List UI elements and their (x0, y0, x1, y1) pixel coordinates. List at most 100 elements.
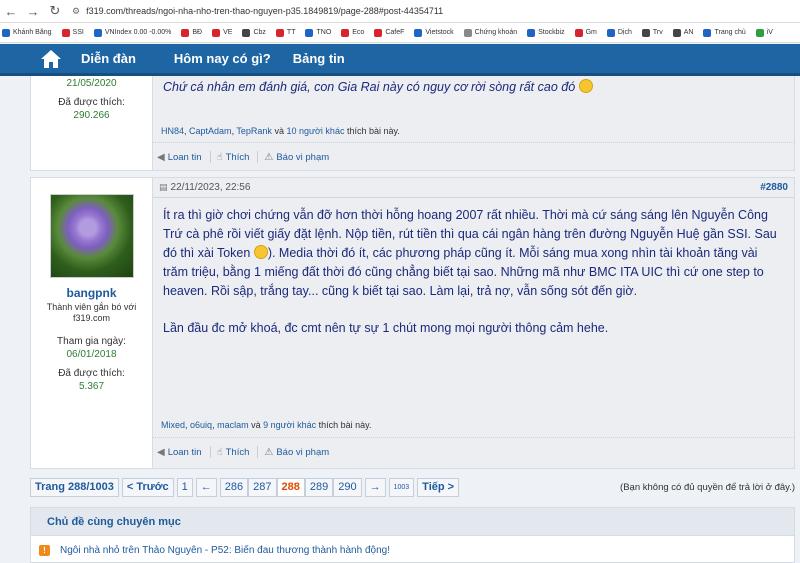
related-thread-link[interactable]: Ngôi nhà nhỏ trên Thảo Nguyên - P52: Biế… (60, 545, 390, 556)
bookmark-item[interactable]: iV (755, 28, 773, 37)
forward-icon[interactable]: → (22, 0, 44, 22)
likers-and: và (274, 126, 284, 136)
bookmark-label: BĐ (192, 29, 203, 36)
bookmark-item[interactable]: TNO (305, 28, 331, 37)
bookmark-item[interactable]: Gm (574, 28, 597, 37)
home-icon (41, 49, 61, 68)
thread-content: 21/05/2020 Đã được thích: 290.266 Chứ cá… (30, 76, 795, 469)
bookmark-label: SSI (72, 29, 84, 36)
bookmark-favicon-icon (275, 28, 284, 37)
report-button[interactable]: ⚠ Báo vi phạm (264, 447, 329, 458)
like-button[interactable]: ☝ Thích (217, 152, 250, 163)
post-message-previous: Chứ cá nhân em đánh giá, con Gia Rai này… (153, 76, 794, 170)
likers-suffix: thích bài này. (346, 126, 400, 136)
bookmark-item[interactable]: VNIndex 0.00 -0.00% (93, 28, 171, 37)
page-link-290[interactable]: 290 (333, 477, 362, 497)
bookmark-item[interactable]: Eco (341, 28, 364, 37)
likes-value: 290.266 (73, 110, 110, 121)
share-label: Loan tin (167, 446, 202, 458)
report-button[interactable]: ⚠ Báo vi phạm (264, 152, 329, 163)
like-label: Thích (225, 151, 250, 163)
bookmarks-bar: Khánh Băng SSI VNIndex 0.00 -0.00% BĐ VE Cbz T… (0, 23, 800, 43)
bookmark-item[interactable]: TT (275, 28, 296, 37)
bookmark-item[interactable]: Vietstock (414, 28, 454, 37)
page-link-287[interactable]: 287 (248, 477, 277, 497)
back-icon[interactable]: ← (0, 0, 22, 22)
share-button[interactable]: ◀ Loan tin (157, 447, 202, 458)
prev-page-button[interactable]: < Trước (121, 477, 174, 497)
bookmark-label: TT (286, 29, 296, 36)
bookmark-label: Cbz (253, 29, 266, 36)
page-link-289[interactable]: 289 (304, 477, 334, 497)
bookmark-favicon-icon (181, 28, 190, 37)
bookmark-item[interactable]: BĐ (181, 28, 203, 37)
next-page-button[interactable]: Tiếp > (417, 477, 460, 497)
likes-label: Đã được thích: (58, 97, 125, 108)
post-actions: ◀ Loan tin ☝ Thích ⚠ Báo vi phạm (153, 142, 794, 171)
likers-others-link[interactable]: 10 người khác (286, 126, 344, 136)
like-button[interactable]: ☝ Thích (217, 447, 250, 458)
post-text: Chứ cá nhân em đánh giá, con Gia Rai này… (163, 80, 576, 94)
report-label: Báo vi phạm (276, 151, 330, 163)
bookmark-label: Vietstock (425, 29, 454, 36)
last-page-link[interactable]: 1003 (388, 477, 415, 497)
bookmark-item[interactable]: Dịch (606, 28, 632, 37)
home-button[interactable] (33, 44, 69, 74)
likes-value: 5.367 (78, 381, 105, 392)
bookmark-label: AN (683, 29, 694, 36)
bookmark-favicon-icon (672, 28, 681, 37)
related-thread-item[interactable]: ! Ngôi nhà nhỏ trên Thảo Nguyên - P52: B… (31, 536, 794, 563)
likers-suffix: thích bài này. (318, 420, 372, 430)
bookmark-item[interactable]: SSI (61, 28, 84, 37)
reload-icon[interactable]: ↻ (44, 0, 66, 22)
url-field[interactable]: ⚙ f319.com/threads/ngoi-nha-nho-tren-tha… (72, 2, 443, 20)
join-label: Tham gia ngày: (57, 336, 126, 347)
page-forward-arrow[interactable]: → (364, 477, 386, 497)
share-button[interactable]: ◀ Loan tin (157, 152, 202, 163)
liker-link[interactable]: HN84 (161, 126, 184, 136)
site-info-icon[interactable]: ⚙ (72, 6, 80, 17)
username-link[interactable]: bangpnk (31, 286, 152, 300)
liker-link[interactable]: CaptAdam (189, 126, 232, 136)
bookmark-item[interactable]: Khánh Băng (2, 28, 52, 37)
likers-others-link[interactable]: 9 người khác (263, 420, 316, 430)
post-actions: ◀ Loan tin ☝ Thích ⚠ Báo vi phạm (153, 437, 794, 466)
page-back-arrow[interactable]: ← (195, 477, 217, 497)
post-number-link[interactable]: #2880 (760, 182, 788, 193)
bookmark-item[interactable]: Chứng khoán (463, 28, 517, 37)
bookmark-label: Stockbiz (538, 29, 565, 36)
bookmark-item[interactable]: Cbz (242, 28, 266, 37)
post-paragraph: Lần đầu đc mở khoá, đc cmt nên tự sự 1 c… (163, 321, 609, 335)
join-date: 21/05/2020 (66, 78, 117, 89)
megaphone-icon: ◀ (157, 151, 165, 163)
page-info: Trang 288/1003 (30, 477, 119, 497)
url-text: f319.com/threads/ngoi-nha-nho-tren-thao-… (86, 6, 444, 16)
bookmark-item[interactable]: AN (672, 28, 694, 37)
nav-feed[interactable]: Bảng tin (293, 51, 345, 66)
bookmark-label: Trang chủ (714, 29, 746, 36)
post-previous: 21/05/2020 Đã được thích: 290.266 Chứ cá… (30, 76, 795, 171)
first-page-link[interactable]: 1 (176, 477, 193, 497)
bookmark-item[interactable]: Trv (641, 28, 663, 37)
liker-link[interactable]: Mixed (161, 420, 185, 430)
bookmark-item[interactable]: Stockbiz (527, 28, 565, 37)
megaphone-icon: ◀ (157, 446, 165, 458)
page-link-286[interactable]: 286 (219, 477, 249, 497)
avatar[interactable] (49, 194, 134, 278)
bookmark-item[interactable]: Trang chủ (703, 28, 746, 37)
user-info: bangpnk Thành viên gắn bó với f319.com T… (31, 178, 153, 468)
liker-link[interactable]: o6uiq (190, 420, 212, 430)
bookmark-favicon-icon (61, 28, 70, 37)
liker-link[interactable]: maclam (217, 420, 249, 430)
nav-whats-new[interactable]: Hôm nay có gì? (174, 51, 271, 66)
post-message: ▤ 22/11/2023, 22:56 #2880 Ít ra thì giờ … (153, 178, 794, 468)
nav-forum[interactable]: Diễn đàn (81, 51, 136, 66)
bookmark-item[interactable]: VE (212, 28, 232, 37)
bookmark-favicon-icon (212, 28, 221, 37)
warning-icon: ⚠ (264, 151, 274, 163)
hot-thread-icon: ! (39, 544, 50, 556)
smile-emoji-icon (578, 79, 593, 93)
liker-link[interactable]: TepRank (236, 126, 272, 136)
bookmark-item[interactable]: CafeF (374, 28, 404, 37)
bookmark-favicon-icon (574, 28, 583, 37)
